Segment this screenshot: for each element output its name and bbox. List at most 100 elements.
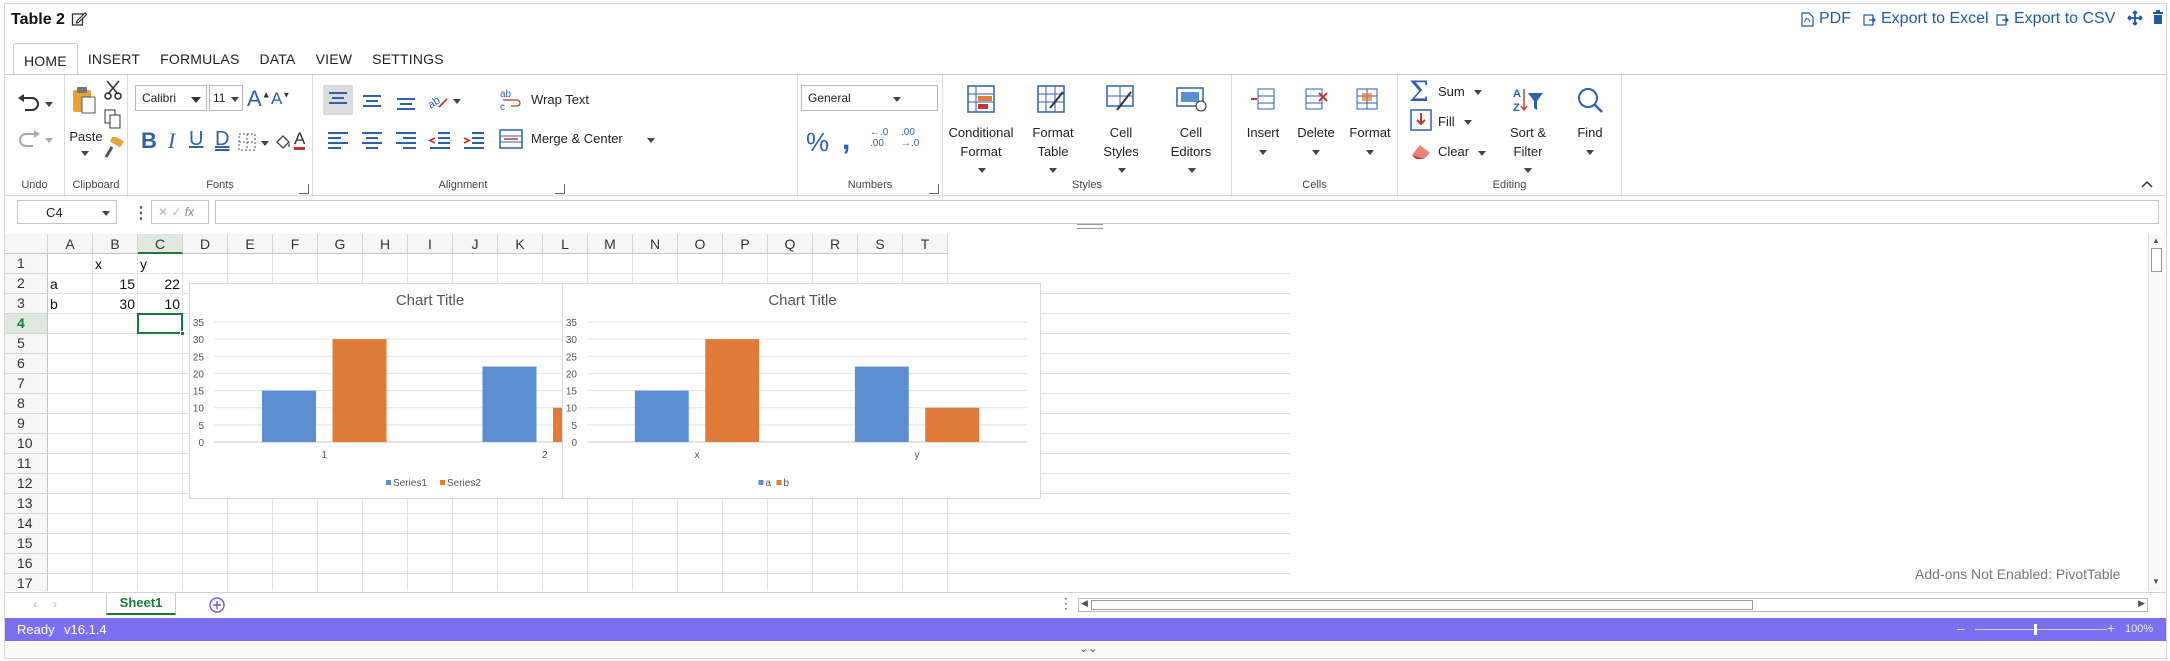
move-icon[interactable] bbox=[2127, 10, 2143, 31]
merge-center-button[interactable]: Merge & Center bbox=[531, 129, 623, 148]
copy-icon[interactable] bbox=[104, 109, 122, 134]
row-header[interactable]: 10 bbox=[5, 434, 48, 454]
italic-icon[interactable]: I bbox=[168, 128, 175, 154]
sum-dropdown-icon[interactable] bbox=[1474, 90, 1482, 95]
redo-dropdown-icon[interactable] bbox=[45, 138, 53, 143]
insert-cells-icon[interactable] bbox=[1250, 87, 1276, 116]
row-header[interactable]: 13 bbox=[5, 494, 48, 514]
tab-split-icon[interactable]: ⋮ bbox=[1059, 595, 1073, 612]
column-header[interactable]: H bbox=[363, 234, 408, 254]
name-box[interactable]: C4 bbox=[17, 200, 117, 224]
orientation-dropdown-icon[interactable] bbox=[453, 99, 461, 104]
row-header[interactable]: 7 bbox=[5, 374, 48, 394]
fill-dropdown-icon[interactable] bbox=[1464, 120, 1472, 125]
orientation-icon[interactable]: ab bbox=[425, 87, 449, 116]
scroll-up-icon[interactable]: ▲ bbox=[2152, 236, 2160, 245]
row-header[interactable]: 4 bbox=[5, 314, 48, 334]
tab-settings[interactable]: SETTINGS bbox=[362, 42, 454, 74]
fill-handle[interactable] bbox=[180, 331, 185, 336]
border-icon[interactable] bbox=[238, 133, 256, 156]
cut-icon[interactable] bbox=[103, 80, 123, 105]
export-excel-button[interactable]: Export to Excel bbox=[1863, 10, 1989, 28]
format-table-label-2[interactable]: Table bbox=[1023, 142, 1083, 161]
delete-table-icon[interactable] bbox=[2152, 10, 2164, 30]
sort-filter-icon[interactable]: AZ bbox=[1512, 85, 1544, 120]
align-left-icon[interactable] bbox=[325, 127, 351, 158]
row-header[interactable]: 3 bbox=[5, 294, 48, 314]
column-header[interactable]: E bbox=[228, 234, 273, 254]
double-underline-icon[interactable]: D bbox=[215, 128, 229, 151]
scroll-down-icon[interactable]: ▼ bbox=[2152, 577, 2160, 586]
row-header[interactable]: 12 bbox=[5, 474, 48, 494]
format-dropdown-icon[interactable] bbox=[1366, 150, 1374, 155]
collapse-ribbon-icon[interactable] bbox=[2141, 175, 2153, 193]
zoom-slider[interactable] bbox=[1975, 629, 2107, 630]
format-table-dropdown-icon[interactable] bbox=[1049, 168, 1057, 173]
undo-icon[interactable] bbox=[17, 93, 41, 116]
sort-filter-label-1[interactable]: Sort & bbox=[1500, 123, 1556, 142]
cell-editors-label-1[interactable]: Cell bbox=[1161, 123, 1221, 142]
column-header[interactable]: R bbox=[813, 234, 858, 254]
align-top-icon[interactable] bbox=[323, 85, 353, 115]
fill-button[interactable]: Fill bbox=[1438, 112, 1455, 131]
row-header[interactable]: 6 bbox=[5, 354, 48, 374]
sum-button[interactable]: Sum bbox=[1438, 82, 1465, 101]
paste-icon[interactable] bbox=[71, 85, 97, 120]
delete-cells-icon[interactable] bbox=[1303, 87, 1329, 116]
add-sheet-icon[interactable] bbox=[209, 597, 225, 618]
increase-font-icon[interactable]: A▲ bbox=[247, 86, 271, 112]
conditional-format-dropdown-icon[interactable] bbox=[978, 168, 986, 173]
prev-sheet-icon[interactable]: ‹ bbox=[33, 597, 37, 611]
row-header[interactable]: 16 bbox=[5, 554, 48, 574]
cell-c1[interactable]: y bbox=[140, 254, 147, 274]
cell-c3[interactable]: 10 bbox=[138, 294, 180, 314]
column-header[interactable]: O bbox=[678, 234, 723, 254]
format-table-icon[interactable] bbox=[1036, 84, 1066, 119]
row-header[interactable]: 15 bbox=[5, 534, 48, 554]
zoom-out-icon[interactable]: – bbox=[1957, 620, 1965, 636]
column-header[interactable]: B bbox=[93, 234, 138, 254]
tab-formulas[interactable]: FORMULAS bbox=[150, 42, 249, 74]
cell-styles-label-2[interactable]: Styles bbox=[1093, 142, 1149, 161]
row-header[interactable]: 2 bbox=[5, 274, 48, 294]
next-sheet-icon[interactable]: › bbox=[53, 597, 57, 611]
font-name-select[interactable]: Calibri bbox=[135, 85, 207, 111]
number-format-select[interactable]: General bbox=[801, 85, 938, 111]
paste-dropdown-icon[interactable] bbox=[81, 151, 89, 156]
tab-data[interactable]: DATA bbox=[250, 42, 306, 74]
horizontal-scrollbar[interactable]: ◀ ▶ bbox=[1078, 598, 2148, 612]
delete-dropdown-icon[interactable] bbox=[1312, 150, 1320, 155]
cell-b3[interactable]: 30 bbox=[93, 294, 135, 314]
find-dropdown-icon[interactable] bbox=[1586, 150, 1594, 155]
align-center-icon[interactable] bbox=[359, 127, 385, 158]
format-table-label-1[interactable]: Format bbox=[1023, 123, 1083, 142]
cell-a2[interactable]: a bbox=[50, 274, 58, 294]
tab-insert[interactable]: INSERT bbox=[78, 42, 150, 74]
cell-b2[interactable]: 15 bbox=[93, 274, 135, 294]
align-right-icon[interactable] bbox=[393, 127, 419, 158]
conditional-format-label-1[interactable]: Conditional bbox=[943, 123, 1019, 142]
row-header[interactable]: 17 bbox=[5, 574, 48, 591]
column-header[interactable]: F bbox=[273, 234, 318, 254]
vertical-scroll-thumb[interactable] bbox=[2151, 248, 2162, 272]
cell-editors-icon[interactable] bbox=[1175, 84, 1207, 119]
column-header[interactable]: P bbox=[723, 234, 768, 254]
conditional-format-icon[interactable] bbox=[966, 84, 996, 119]
cell-b1[interactable]: x bbox=[95, 254, 102, 274]
cell-a3[interactable]: b bbox=[50, 294, 58, 314]
zoom-slider-thumb[interactable] bbox=[2034, 624, 2037, 635]
more-options-icon[interactable]: ⋮ bbox=[133, 203, 149, 223]
column-header[interactable]: M bbox=[588, 234, 633, 254]
format-painter-icon[interactable] bbox=[103, 135, 125, 164]
eraser-icon[interactable] bbox=[1410, 141, 1434, 166]
decrease-indent-icon[interactable] bbox=[427, 127, 453, 158]
horizontal-scroll-thumb[interactable] bbox=[1091, 600, 1753, 610]
column-header[interactable]: N bbox=[633, 234, 678, 254]
percent-icon[interactable]: % bbox=[806, 127, 829, 158]
column-header[interactable]: Q bbox=[768, 234, 813, 254]
align-bottom-icon[interactable] bbox=[391, 85, 421, 120]
conditional-format-label-2[interactable]: Format bbox=[943, 142, 1019, 161]
cell-styles-dropdown-icon[interactable] bbox=[1118, 168, 1126, 173]
cell-editors-label-2[interactable]: Editors bbox=[1161, 142, 1221, 161]
merge-center-icon[interactable] bbox=[499, 127, 523, 156]
